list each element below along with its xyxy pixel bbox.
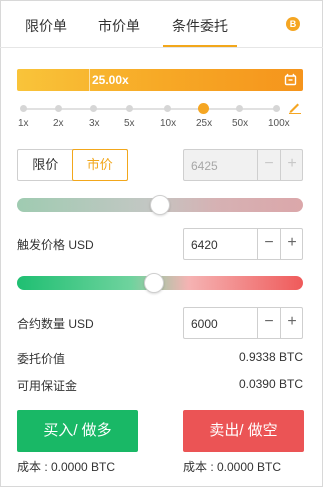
buy-cost: 成本 : 0.0000 BTC [17,460,116,474]
sell-short-button[interactable]: 卖出/ 做空 [183,410,304,452]
quantity-label-text: 合约数量 [17,317,66,331]
order-value-label: 委托价值 [17,352,66,366]
market-price-option[interactable]: 市价 [71,149,128,181]
quantity-decrement-button[interactable]: − [257,308,280,338]
leverage-stop-dot[interactable] [236,105,243,112]
leverage-tick-10x[interactable]: 10x [160,118,176,129]
quantity-increment-button[interactable]: + [280,308,303,338]
calculator-icon[interactable] [284,73,297,86]
tab-conditional-order[interactable]: 条件委托 [172,16,228,36]
trigger-price-input[interactable]: 6420 − + [183,228,303,260]
pencil-icon[interactable] [288,100,302,114]
trigger-price-value: 6420 [191,238,218,252]
trigger-price-label-text: 触发价格 [17,238,66,252]
leverage-value: 25.00x [92,73,129,87]
quantity-input[interactable]: 6000 − + [183,307,303,339]
price-mode-toggle: 限价 市价 [17,149,128,181]
trigger-price-label: 触发价格 USD [17,236,94,253]
leverage-stop-dot[interactable] [55,105,62,112]
leverage-slider-knob[interactable] [198,103,209,114]
trigger-price-decrement-button[interactable]: − [257,229,280,259]
order-value: 0.9338 BTC [238,350,303,364]
available-margin-row: 可用保证金 0.0390 BTC [17,377,303,394]
price-decrement-button[interactable]: − [257,150,280,180]
leverage-stop-dot[interactable] [20,105,27,112]
order-value-row: 委托价值 0.9338 BTC [17,350,303,367]
limit-price-option[interactable]: 限价 [18,150,73,180]
leverage-tick-25x[interactable]: 25x [196,118,212,129]
ratio-slider-top-knob[interactable] [150,195,170,215]
leverage-tick-1x[interactable]: 1x [18,118,29,129]
quantity-label: 合约数量 USD [17,315,94,332]
leverage-tick-50x[interactable]: 50x [232,118,248,129]
buy-long-button[interactable]: 买入/ 做多 [17,410,138,452]
available-margin-value: 0.0390 BTC [238,377,303,391]
price-input-value: 6425 [191,159,218,173]
available-margin-label: 可用保证金 [17,379,78,393]
price-increment-button[interactable]: + [280,150,303,180]
trigger-price-increment-button[interactable]: + [280,229,303,259]
leverage-stop-dot[interactable] [90,105,97,112]
active-tab-indicator [163,45,237,47]
quantity-value: 6000 [191,317,218,331]
order-type-tabs: 限价单 市价单 条件委托 B [0,0,323,48]
sell-cost: 成本 : 0.0000 BTC [183,460,282,474]
leverage-stop-dot[interactable] [164,105,171,112]
leverage-stop-dot[interactable] [273,105,280,112]
bitcoin-icon[interactable]: B [286,17,300,31]
leverage-bar[interactable]: 25.00x [17,69,303,91]
trigger-price-unit: USD [68,238,94,252]
leverage-tick-5x[interactable]: 5x [124,118,135,129]
leverage-bar-divider [89,69,90,91]
quantity-unit: USD [68,317,94,331]
price-input[interactable]: 6425 − + [183,149,303,181]
leverage-stop-dot[interactable] [126,105,133,112]
leverage-tick-2x[interactable]: 2x [53,118,64,129]
tab-market-order[interactable]: 市价单 [98,16,140,36]
leverage-tick-100x[interactable]: 100x [268,118,290,129]
leverage-tick-3x[interactable]: 3x [89,118,100,129]
tab-limit-order[interactable]: 限价单 [25,16,67,36]
